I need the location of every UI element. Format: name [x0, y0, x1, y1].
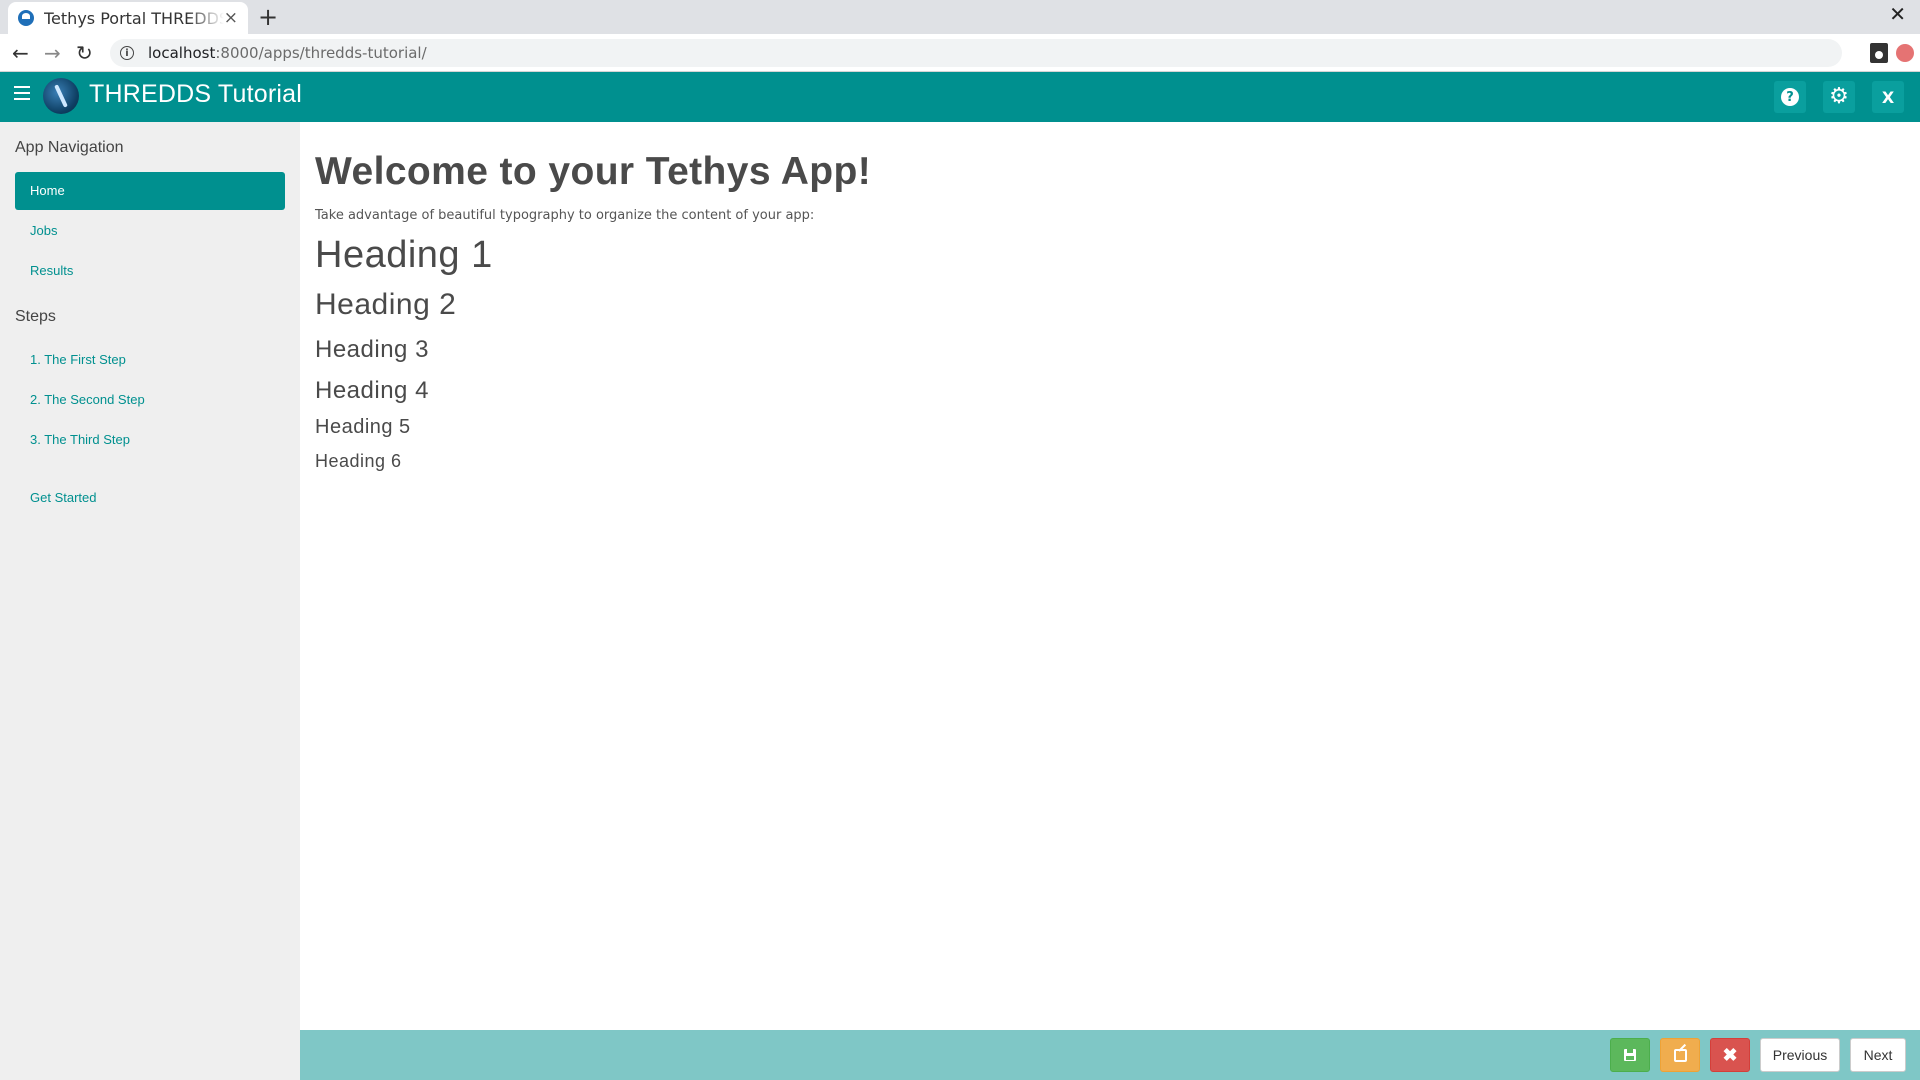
edit-button[interactable] — [1660, 1038, 1700, 1072]
heading-4-sample: Heading 4 — [315, 377, 429, 404]
menu-toggle-icon[interactable] — [14, 86, 30, 100]
intro-text: Take advantage of beautiful typography t… — [315, 208, 815, 223]
help-button[interactable]: ? — [1774, 81, 1806, 113]
steps-heading: Steps — [15, 308, 56, 325]
app-header: THREDDS Tutorial ? ⚙ X — [0, 72, 1920, 122]
app-navigation-heading: App Navigation — [15, 139, 124, 156]
previous-button[interactable]: Previous — [1760, 1038, 1840, 1072]
forward-arrow-icon[interactable]: → — [44, 40, 61, 66]
next-button[interactable]: Next — [1850, 1038, 1906, 1072]
gear-icon: ⚙ — [1829, 84, 1849, 109]
heading-2-sample: Heading 2 — [315, 288, 457, 321]
tab-close-icon[interactable]: × — [224, 8, 238, 28]
url-path: :8000/apps/thredds-tutorial/ — [215, 44, 427, 62]
browser-toolbar: ← → ↻ i localhost:8000/apps/thredds-tuto… — [0, 34, 1920, 72]
back-arrow-icon[interactable]: ← — [12, 40, 29, 66]
app-logo-icon — [43, 78, 79, 114]
exit-app-button[interactable]: X — [1872, 81, 1904, 113]
sidebar-item-third-step[interactable]: 3. The Third Step — [15, 421, 285, 459]
tethys-favicon-icon — [18, 10, 34, 26]
sidebar-item-results[interactable]: Results — [15, 252, 285, 290]
floppy-disk-icon — [1624, 1049, 1636, 1061]
main-content: Welcome to your Tethys App! Take advanta… — [300, 122, 1920, 1030]
browser-tab[interactable]: Tethys Portal THREDDS Tutorial × — [8, 2, 248, 34]
address-bar[interactable]: i localhost:8000/apps/thredds-tutorial/ — [110, 39, 1842, 67]
heading-5-sample: Heading 5 — [315, 416, 411, 438]
sidebar-item-home[interactable]: Home — [15, 172, 285, 210]
url-host: localhost — [148, 44, 216, 62]
clipboard-extension-icon[interactable] — [1870, 43, 1888, 63]
new-tab-icon[interactable]: + — [258, 3, 278, 31]
sidebar-item-first-step[interactable]: 1. The First Step — [15, 341, 285, 379]
app-title: THREDDS Tutorial — [89, 80, 302, 108]
page-title: Welcome to your Tethys App! — [315, 150, 872, 193]
save-button[interactable] — [1610, 1038, 1650, 1072]
heading-6-sample: Heading 6 — [315, 451, 402, 471]
sidebar-item-get-started[interactable]: Get Started — [15, 479, 285, 517]
edit-icon — [1673, 1048, 1687, 1062]
sidebar-item-jobs[interactable]: Jobs — [15, 212, 285, 250]
site-info-icon[interactable]: i — [120, 46, 134, 60]
sidebar-item-second-step[interactable]: 2. The Second Step — [15, 381, 285, 419]
delete-button[interactable]: ✖ — [1710, 1038, 1750, 1072]
reload-icon[interactable]: ↻ — [76, 40, 93, 66]
heading-1-sample: Heading 1 — [315, 234, 493, 276]
browser-tabstrip: Tethys Portal THREDDS Tutorial × + ✕ — [0, 0, 1920, 34]
app-navigation-sidebar: App Navigation Home Jobs Results Steps 1… — [0, 122, 300, 1080]
app-actions-footer: ✖ Previous Next — [300, 1030, 1920, 1080]
window-close-icon[interactable]: ✕ — [1889, 2, 1906, 26]
help-icon: ? — [1781, 88, 1799, 106]
heading-3-sample: Heading 3 — [315, 336, 429, 363]
record-extension-icon[interactable] — [1896, 44, 1914, 62]
close-icon: ✖ — [1722, 1044, 1738, 1065]
settings-button[interactable]: ⚙ — [1823, 81, 1855, 113]
tab-title: Tethys Portal THREDDS Tutorial — [44, 8, 224, 28]
